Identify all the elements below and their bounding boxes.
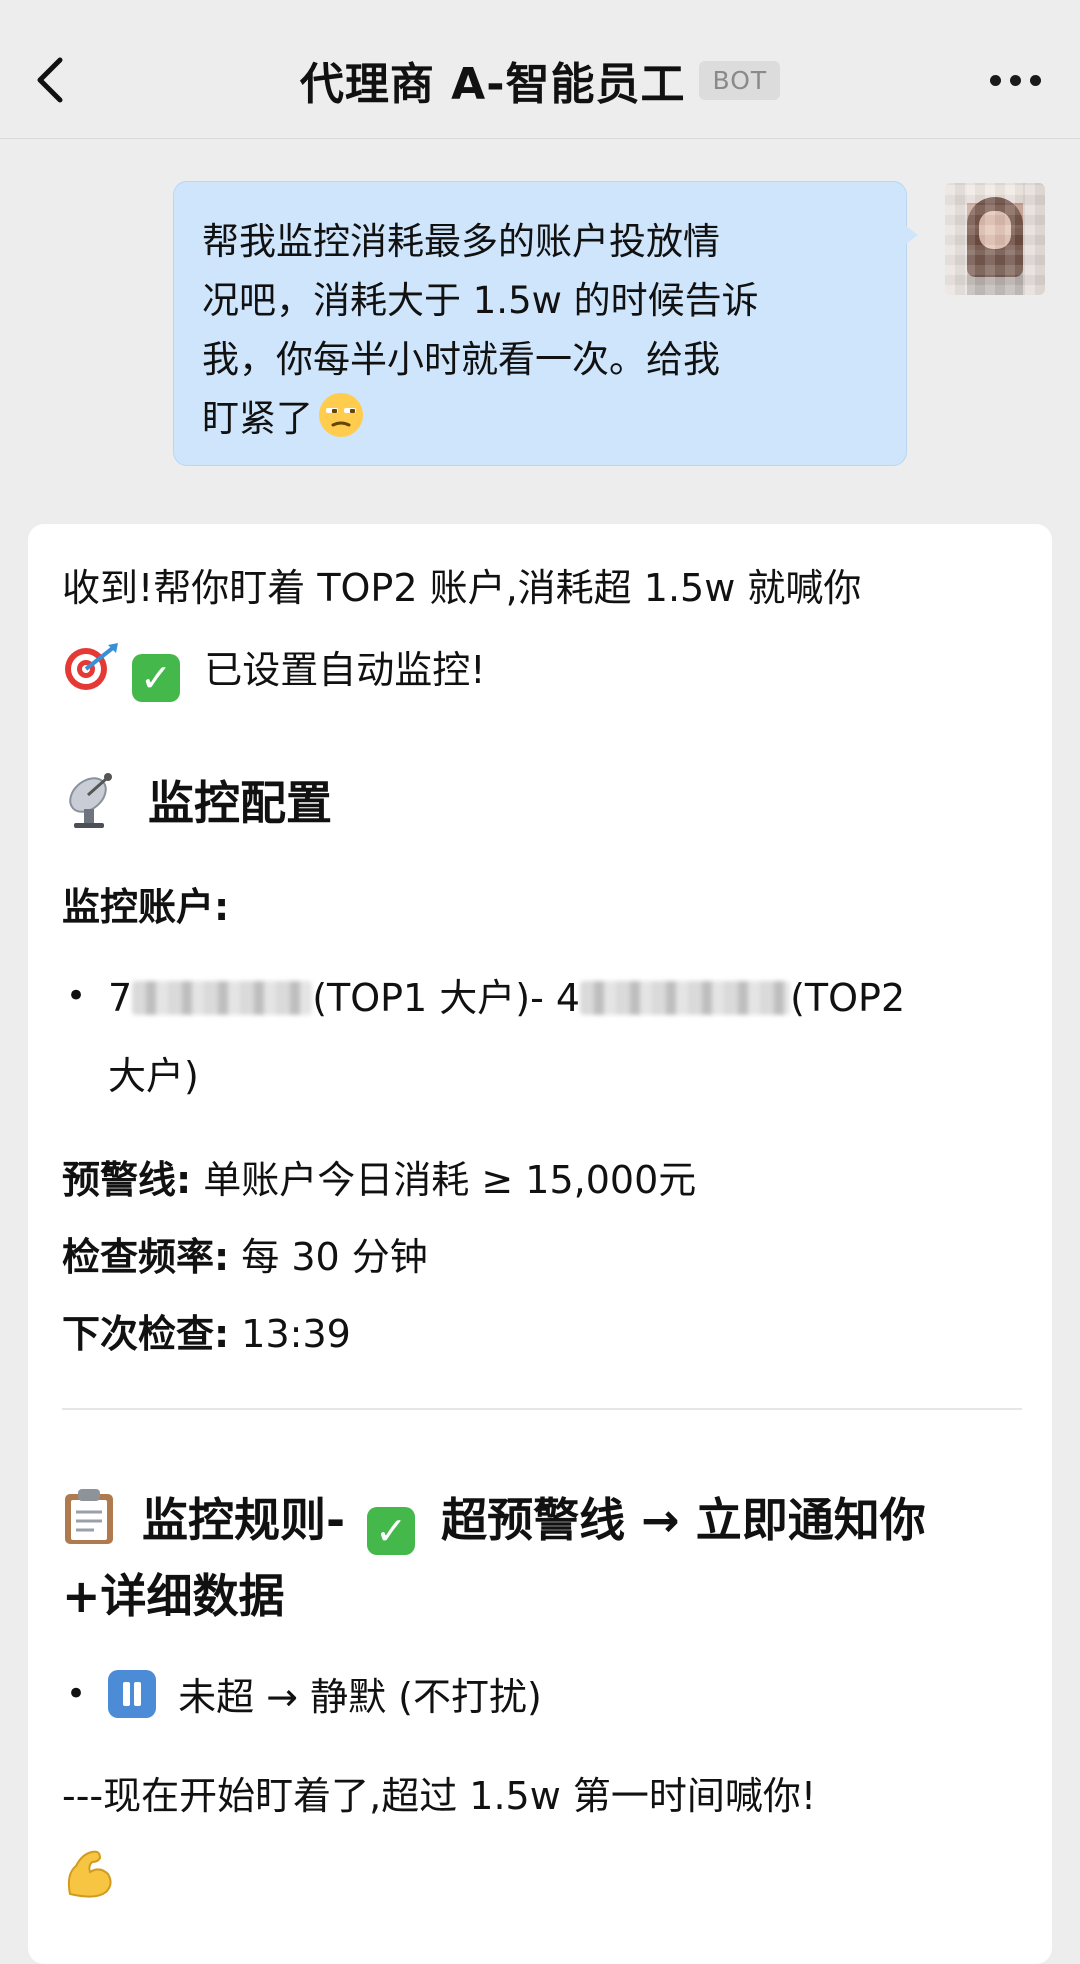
rule2-text: 未超 → 静默 (不打扰) bbox=[178, 1675, 542, 1719]
chat-title: 代理商 A-智能员工 bbox=[299, 59, 686, 110]
frequency-value: 每 30 分钟 bbox=[229, 1235, 428, 1279]
account-list-item: 7 (TOP1 大户)- 4 (TOP2 bbox=[108, 972, 905, 1024]
next-check-row: 下次检查: 13:39 bbox=[62, 1308, 351, 1360]
alert-label: 预警线: bbox=[62, 1158, 192, 1202]
check-mark-icon: ✓ bbox=[367, 1507, 416, 1555]
intro-status-text: 已设置自动监控! bbox=[204, 648, 486, 692]
config-heading-row: 监控配置 bbox=[62, 769, 332, 829]
account2-tag: (TOP2 bbox=[790, 976, 906, 1020]
unamused-face-icon bbox=[319, 393, 363, 437]
intro-line: 收到!帮你盯着 TOP2 账户,消耗超 1.5w 就喊你 bbox=[62, 566, 862, 610]
account2-id-redacted bbox=[580, 981, 791, 1015]
next-check-value: 13:39 bbox=[229, 1312, 351, 1356]
more-options-button[interactable] bbox=[970, 50, 1060, 110]
account1-tag: (TOP1 大户)- 4 bbox=[312, 976, 581, 1020]
user-message-bubble[interactable]: 帮我监控消耗最多的账户投放情 况吧，消耗大于 1.5w 的时候告诉 我，你每半小… bbox=[173, 181, 918, 466]
target-dart-icon bbox=[65, 643, 118, 690]
account2-tag-cont: 大户) bbox=[108, 1054, 199, 1098]
user-message-text: 帮我监控消耗最多的账户投放情 况吧，消耗大于 1.5w 的时候告诉 我，你每半小… bbox=[202, 212, 878, 448]
intro-line-2: ✓ 已设置自动监控! bbox=[62, 641, 485, 702]
alert-value: 单账户今日消耗 ≥ 15,000元 bbox=[191, 1158, 697, 1202]
bot-badge: BOT bbox=[699, 60, 781, 100]
alert-threshold-row: 预警线: 单账户今日消耗 ≥ 15,000元 bbox=[62, 1154, 696, 1206]
user-avatar[interactable] bbox=[945, 183, 1045, 295]
frequency-label: 检查频率: bbox=[62, 1235, 230, 1279]
user-message-line: 帮我监控消耗最多的账户投放情 bbox=[202, 220, 720, 263]
closing-emoji-row bbox=[62, 1844, 116, 1905]
pause-icon bbox=[108, 1670, 156, 1718]
config-heading: 监控配置 bbox=[148, 776, 333, 830]
check-frequency-row: 检查频率: 每 30 分钟 bbox=[62, 1231, 428, 1283]
account1-id-prefix: 7 bbox=[108, 976, 133, 1020]
section-divider bbox=[62, 1408, 1022, 1410]
user-message-line: 况吧，消耗大于 1.5w 的时候告诉 bbox=[202, 279, 759, 322]
clipboard-icon bbox=[65, 1489, 113, 1544]
bullet-dot: • bbox=[66, 1674, 87, 1714]
more-dots-icon bbox=[989, 74, 1001, 86]
rule2-row: 未超 → 静默 (不打扰) bbox=[108, 1670, 542, 1723]
rule1-cont: +详细数据 bbox=[62, 1569, 285, 1623]
rules-heading-row: 监控规则- ✓ 超预警线 → 立即通知你 bbox=[62, 1486, 926, 1555]
rules-heading: 监控规则- bbox=[142, 1493, 346, 1547]
user-message-line: 盯紧了 bbox=[202, 397, 313, 440]
rule1-text: 超预警线 → 立即通知你 bbox=[441, 1493, 926, 1547]
next-check-label: 下次检查: bbox=[62, 1312, 230, 1356]
closing-line: ---现在开始盯着了,超过 1.5w 第一时间喊你! bbox=[62, 1774, 817, 1818]
check-mark-icon: ✓ bbox=[132, 654, 181, 702]
chat-title-area: 代理商 A-智能员工 BOT bbox=[0, 52, 1080, 110]
satellite-dish-icon bbox=[69, 773, 112, 828]
chat-header: 代理商 A-智能员工 BOT bbox=[0, 0, 1080, 139]
user-message-line: 我，你每半小时就看一次。给我 bbox=[202, 338, 720, 381]
bullet-dot: • bbox=[66, 976, 87, 1016]
accounts-label: 监控账户: bbox=[62, 885, 230, 929]
account1-id-redacted bbox=[132, 981, 313, 1015]
flexed-biceps-icon bbox=[67, 1850, 112, 1898]
bot-message-card[interactable]: 收到!帮你盯着 TOP2 账户,消耗超 1.5w 就喊你 ✓ 已设置自动监控! … bbox=[28, 524, 1052, 1964]
